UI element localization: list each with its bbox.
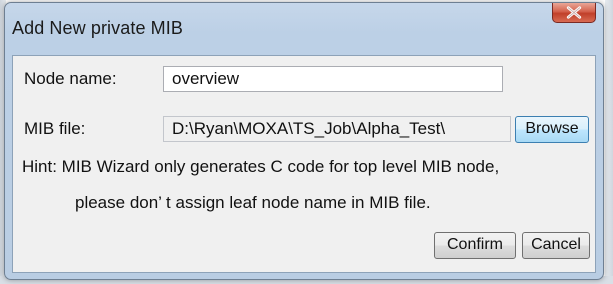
- cancel-button[interactable]: Cancel: [522, 232, 590, 259]
- title-bar[interactable]: Add New private MIB: [5, 3, 603, 49]
- dialog-title: Add New private MIB: [12, 18, 183, 38]
- browse-button[interactable]: Browse: [515, 116, 589, 143]
- close-icon: [566, 6, 582, 19]
- mib-file-path-field[interactable]: D:\Ryan\MOXA\TS_Job\Alpha_Test\: [163, 116, 511, 142]
- node-name-input[interactable]: overview: [163, 66, 503, 92]
- hint-text-line1: Hint: MIB Wizard only generates C code f…: [22, 157, 500, 176]
- node-name-label: Node name:: [24, 69, 117, 88]
- hint-text-line2: please don’ t assign leaf node name in M…: [75, 193, 431, 212]
- close-button[interactable]: [552, 3, 596, 23]
- dialog-content: Node name: overview MIB file: D:\Ryan\MO…: [12, 55, 596, 273]
- background-edge-right: [605, 0, 613, 284]
- confirm-button[interactable]: Confirm: [434, 232, 516, 259]
- add-mib-dialog: Add New private MIB Node name: overview …: [4, 2, 604, 280]
- mib-file-label: MIB file:: [24, 119, 86, 138]
